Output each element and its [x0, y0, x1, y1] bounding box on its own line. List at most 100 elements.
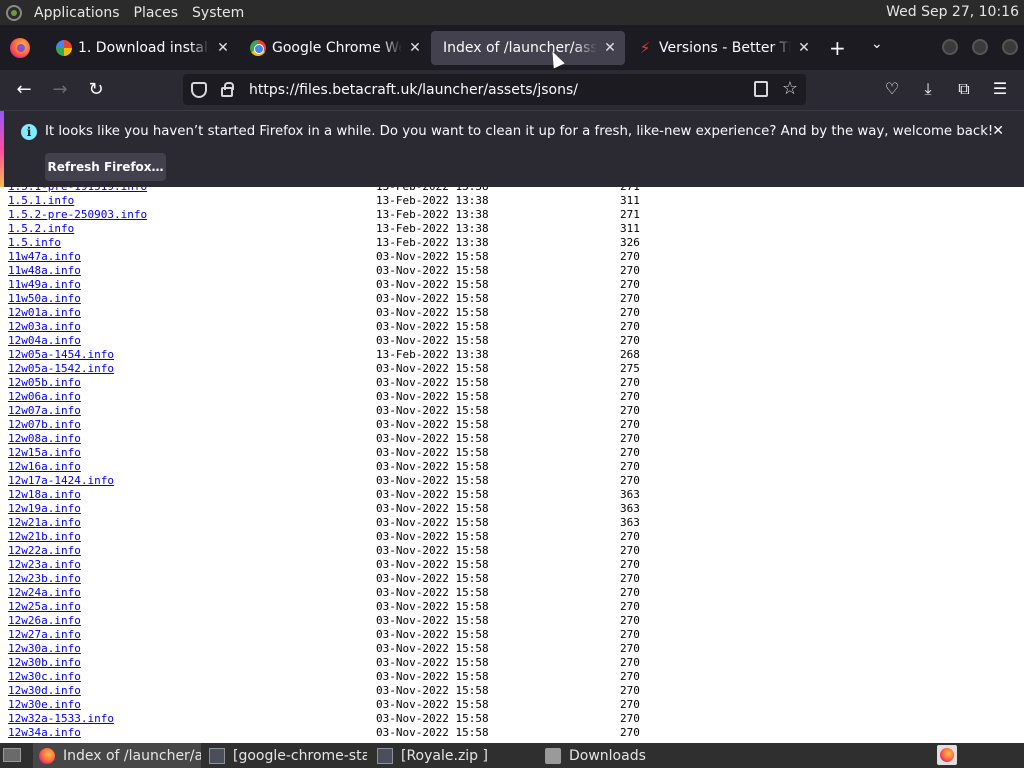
file-link[interactable]: 12w27a.info — [8, 628, 81, 642]
close-window-icon[interactable] — [1002, 39, 1018, 55]
file-link[interactable]: 11w50a.info — [8, 292, 81, 306]
close-tab-icon[interactable]: ✕ — [406, 40, 424, 56]
file-link[interactable]: 12w05a-1542.info — [8, 362, 114, 376]
taskbar-item-royale-zip[interactable]: [Royale.zip ] — [371, 743, 535, 768]
url-text[interactable]: https://files.betacraft.uk/launcher/asse… — [249, 82, 578, 98]
file-link[interactable]: 12w04a.info — [8, 334, 81, 348]
file-size: 270 — [620, 250, 640, 263]
file-link[interactable]: 12w16a.info — [8, 460, 81, 474]
close-tab-icon[interactable]: ✕ — [214, 40, 232, 56]
taskbar-item-firefox[interactable]: Index of /launcher/assets/jsons/ — [33, 743, 201, 768]
listing-row: 12w24a.info 03-Nov-2022 15:58 270 — [0, 586, 1024, 600]
file-link[interactable]: 12w23a.info — [8, 558, 81, 572]
file-date: 03-Nov-2022 15:58 — [376, 656, 489, 669]
file-link[interactable]: 12w24a.info — [8, 586, 81, 600]
file-link[interactable]: 1.5.1-pre-191519.info — [8, 187, 147, 194]
taskbar-item-google-chrome[interactable]: [google-chrome-stable] — [203, 743, 367, 768]
file-link[interactable]: 11w47a.info — [8, 250, 81, 264]
tab-index-of-launcher[interactable]: Index of /launcher/assets/jsons/ ✕ — [431, 31, 625, 65]
listing-row: 12w32a-1533.info 03-Nov-2022 15:58 270 — [0, 712, 1024, 726]
file-link[interactable]: 12w23b.info — [8, 572, 81, 586]
file-link[interactable]: 12w05b.info — [8, 376, 81, 390]
listing-row: 1.5.info 13-Feb-2022 13:38 326 — [0, 236, 1024, 250]
chevron-down-icon[interactable]: ⌄ — [871, 36, 883, 52]
menu-system[interactable]: System — [192, 5, 244, 21]
file-date: 03-Nov-2022 15:58 — [376, 670, 489, 683]
taskbar-item-downloads[interactable]: Downloads — [539, 743, 703, 768]
file-link[interactable]: 12w25a.info — [8, 600, 81, 614]
pocket-icon[interactable]: ♡ — [882, 79, 902, 99]
file-link[interactable]: 12w34a.info — [8, 726, 81, 740]
tracking-protection-icon[interactable] — [191, 81, 207, 98]
file-size: 270 — [620, 446, 640, 459]
firefox-view-icon[interactable] — [10, 38, 30, 58]
file-link[interactable]: 12w30c.info — [8, 670, 81, 684]
file-link[interactable]: 12w01a.info — [8, 306, 81, 320]
close-tab-icon[interactable]: ✕ — [795, 40, 813, 56]
file-link[interactable]: 12w05a-1454.info — [8, 348, 114, 362]
reader-view-icon[interactable] — [754, 81, 768, 97]
file-link[interactable]: 11w49a.info — [8, 278, 81, 292]
file-link[interactable]: 12w07a.info — [8, 404, 81, 418]
close-icon[interactable]: ✕ — [992, 123, 1004, 139]
file-link[interactable]: 12w21b.info — [8, 530, 81, 544]
listing-row: 12w05a-1542.info 03-Nov-2022 15:58 275 — [0, 362, 1024, 376]
file-link[interactable]: 12w30d.info — [8, 684, 81, 698]
file-link[interactable]: 12w03a.info — [8, 320, 81, 334]
file-link[interactable]: 12w30a.info — [8, 642, 81, 656]
file-date: 03-Nov-2022 15:58 — [376, 418, 489, 431]
file-link[interactable]: 11w48a.info — [8, 264, 81, 278]
listing-row: 11w50a.info 03-Nov-2022 15:58 270 — [0, 292, 1024, 306]
file-link[interactable]: 1.5.2.info — [8, 222, 74, 236]
file-link[interactable]: 12w06a.info — [8, 390, 81, 404]
tab-download-installer[interactable]: 1. Download installer - ✕ — [44, 31, 238, 65]
tab-versions[interactable]: ⚡ Versions - Better Than Adventure ✕ — [625, 31, 819, 65]
file-size: 270 — [620, 474, 640, 487]
refresh-firefox-button[interactable]: Refresh Firefox… — [45, 153, 166, 181]
file-size: 270 — [620, 628, 640, 641]
forward-icon[interactable]: → — [48, 78, 72, 102]
listing-row: 12w06a.info 03-Nov-2022 15:58 270 — [0, 390, 1024, 404]
listing-row: 12w04a.info 03-Nov-2022 15:58 270 — [0, 334, 1024, 348]
file-link[interactable]: 12w32a-1533.info — [8, 712, 114, 726]
maximize-window-icon[interactable] — [972, 39, 988, 55]
file-size: 271 — [620, 187, 640, 194]
file-link[interactable]: 12w22a.info — [8, 544, 81, 558]
file-link[interactable]: 12w26a.info — [8, 614, 81, 628]
file-link[interactable]: 12w17a-1424.info — [8, 474, 114, 488]
tray-firefox-icon[interactable] — [937, 745, 957, 765]
menu-applications[interactable]: Applications — [34, 5, 120, 21]
show-desktop-icon[interactable] — [3, 748, 21, 762]
hamburger-menu-icon[interactable]: ☰ — [990, 79, 1010, 99]
file-link[interactable]: 12w08a.info — [8, 432, 81, 446]
minimize-window-icon[interactable] — [942, 39, 958, 55]
close-tab-icon[interactable]: ✕ — [601, 40, 619, 56]
clock[interactable]: Wed Sep 27, 10:16 — [886, 4, 1019, 20]
tab-google-chrome[interactable]: Google Chrome Web Browser ✕ — [238, 31, 430, 65]
file-date: 03-Nov-2022 15:58 — [376, 376, 489, 389]
file-link[interactable]: 12w21a.info — [8, 516, 81, 530]
new-tab-icon[interactable]: + — [829, 36, 846, 60]
file-date: 03-Nov-2022 15:58 — [376, 320, 489, 333]
file-link[interactable]: 12w07b.info — [8, 418, 81, 432]
file-link[interactable]: 12w18a.info — [8, 488, 81, 502]
lock-icon[interactable] — [221, 81, 234, 97]
file-link[interactable]: 1.5.1.info — [8, 194, 74, 208]
bookmark-star-icon[interactable]: ☆ — [782, 78, 798, 99]
file-link[interactable]: 12w19a.info — [8, 502, 81, 516]
file-link[interactable]: 1.5.info — [8, 236, 61, 250]
downloads-icon[interactable]: ⤓ — [918, 79, 938, 99]
reload-icon[interactable]: ↻ — [84, 78, 108, 102]
file-link[interactable]: 1.5.2-pre-250903.info — [8, 208, 147, 222]
file-link[interactable]: 12w15a.info — [8, 446, 81, 460]
file-link[interactable]: 12w30e.info — [8, 698, 81, 712]
url-bar[interactable]: https://files.betacraft.uk/launcher/asse… — [183, 74, 806, 105]
listing-row: 12w01a.info 03-Nov-2022 15:58 270 — [0, 306, 1024, 320]
file-size: 270 — [620, 460, 640, 473]
back-icon[interactable]: ← — [12, 78, 36, 102]
distro-logo-icon[interactable] — [6, 4, 22, 21]
menu-places[interactable]: Places — [134, 5, 179, 21]
extensions-icon[interactable]: ⧉ — [954, 79, 974, 99]
file-size: 311 — [620, 194, 640, 207]
file-link[interactable]: 12w30b.info — [8, 656, 81, 670]
